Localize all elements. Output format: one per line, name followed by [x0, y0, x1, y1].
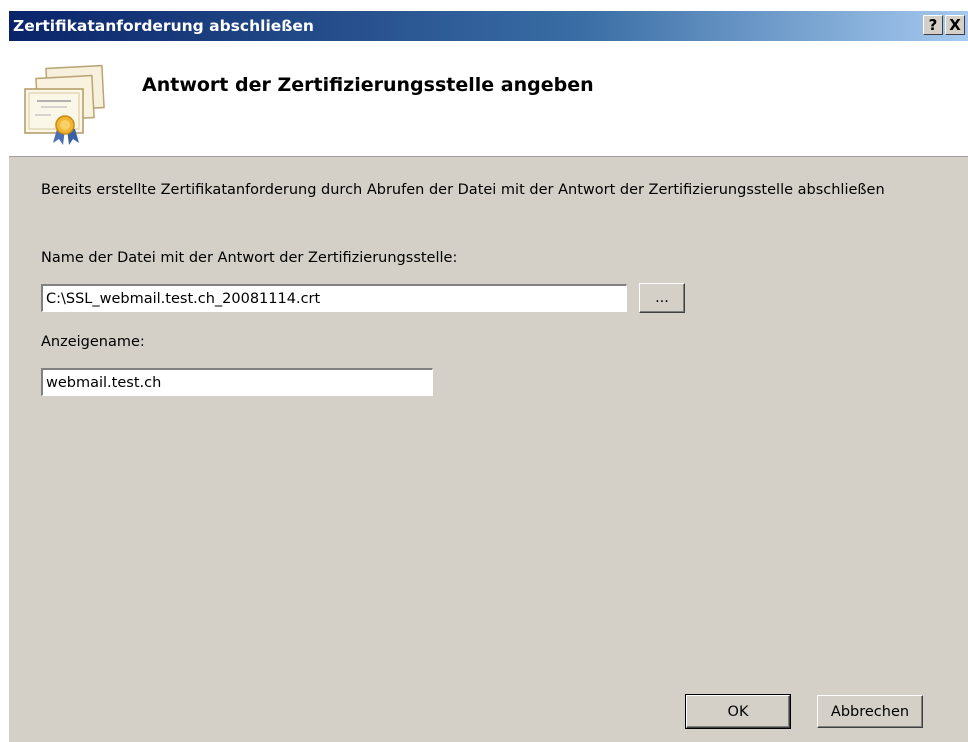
close-button[interactable]: X: [945, 15, 965, 35]
ok-button[interactable]: OK: [685, 694, 791, 729]
banner-heading: Antwort der Zertifizierungsstelle angebe…: [142, 74, 594, 96]
description-text: Bereits erstellte Zertifikatanforderung …: [41, 182, 885, 198]
title-bar[interactable]: Zertifikatanforderung abschließen ? X: [9, 11, 968, 41]
help-button[interactable]: ?: [923, 15, 943, 35]
certificate-request-dialog: Zertifikatanforderung abschließen ? X An…: [8, 10, 968, 742]
window-title: Zertifikatanforderung abschließen: [13, 17, 314, 35]
header-banner: Antwort der Zertifizierungsstelle angebe…: [9, 41, 968, 157]
friendly-name-label: Anzeigename:: [41, 334, 145, 350]
file-label: Name der Datei mit der Antwort der Zerti…: [41, 250, 458, 266]
file-path-input[interactable]: C:\SSL_webmail.test.ch_20081114.crt: [41, 284, 627, 312]
browse-button[interactable]: ...: [639, 283, 685, 313]
friendly-name-input[interactable]: webmail.test.ch: [41, 368, 433, 396]
cancel-button[interactable]: Abbrechen: [817, 695, 923, 728]
certificate-icon: [24, 64, 105, 145]
